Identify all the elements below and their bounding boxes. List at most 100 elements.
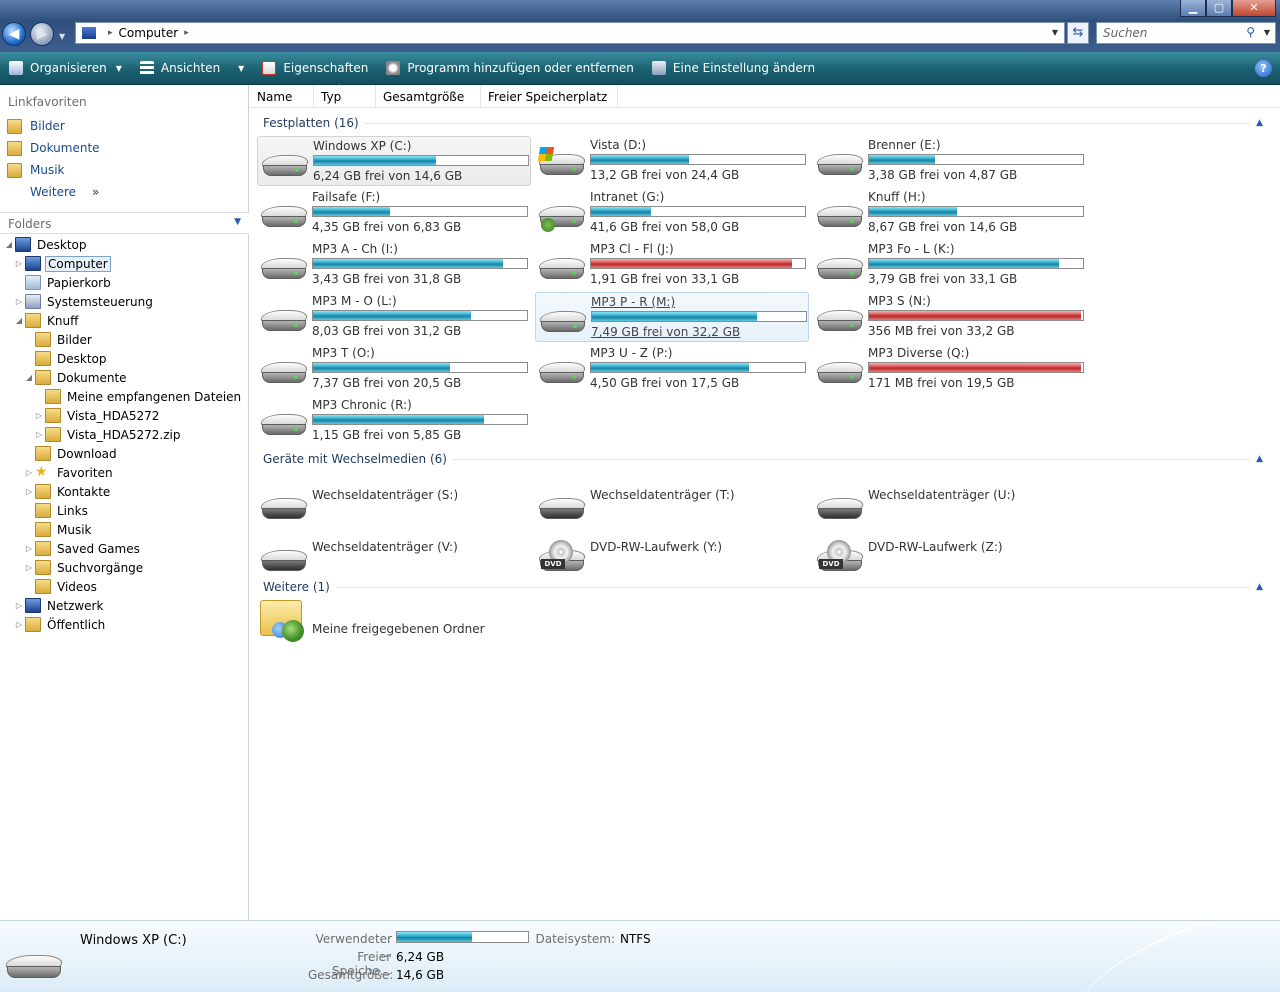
favorite-links-more[interactable]: Weitere » [0, 181, 248, 203]
properties-button[interactable]: Eigenschaften [253, 52, 377, 85]
shared-folders-item[interactable]: Meine freigegebenen Ordner [258, 600, 558, 650]
add-remove-programs-button[interactable]: Programm hinzufügen oder entfernen [377, 52, 643, 85]
folders-header[interactable]: Folders ▼ [0, 212, 249, 234]
group-header-other[interactable]: Weitere (1) ▲ [263, 580, 1263, 594]
drive-item[interactable]: MP3 A - Ch (I:) 3,43 GB frei von 31,8 GB [257, 240, 531, 290]
drive-item[interactable]: MP3 M - O (L:) 8,03 GB frei von 31,2 GB [257, 292, 531, 342]
expand-icon[interactable]: ▷ [14, 601, 24, 610]
expand-icon[interactable]: ▷ [14, 620, 24, 629]
group-header-hdd[interactable]: Festplatten (16) ▲ [263, 116, 1263, 130]
drive-item[interactable]: Vista (D:) 13,2 GB frei von 24,4 GB [535, 136, 809, 186]
drive-item[interactable]: MP3 Fo - L (K:) 3,79 GB frei von 33,1 GB [813, 240, 1087, 290]
breadcrumb-computer[interactable]: Computer [119, 26, 179, 40]
favorite-link[interactable]: Bilder [0, 115, 248, 137]
removable-device-item[interactable]: DVD DVD-RW-Laufwerk (Z:) [813, 532, 1087, 582]
tree-node[interactable]: Desktop [0, 349, 249, 368]
close-button[interactable]: ✕ [1232, 0, 1276, 17]
column-total-size[interactable]: Gesamtgröße [376, 85, 481, 108]
collapse-icon[interactable]: ▲ [1256, 454, 1263, 464]
search-icon[interactable]: ⚲ [1246, 25, 1255, 39]
forward-button[interactable]: ▶ [30, 22, 54, 46]
refresh-button[interactable]: ⇆ [1067, 22, 1089, 44]
collapse-icon[interactable]: ▲ [1256, 582, 1263, 592]
drive-item[interactable]: MP3 S (N:) 356 MB frei von 33,2 GB [813, 292, 1087, 342]
chevron-right-icon[interactable]: ▸ [108, 28, 113, 38]
drive-item[interactable]: MP3 U - Z (P:) 4,50 GB frei von 17,5 GB [535, 344, 809, 394]
organize-button[interactable]: Organisieren ▼ [0, 52, 131, 85]
expand-icon[interactable]: ▷ [34, 411, 44, 420]
column-type[interactable]: ^ Typ [314, 82, 376, 108]
tree-node[interactable]: ▷ Vista_HDA5272 [0, 406, 249, 425]
forward-arrow-icon: ▶ [36, 26, 48, 42]
tree-node[interactable]: Download [0, 444, 249, 463]
drive-item[interactable]: Intranet (G:) 41,6 GB frei von 58,0 GB [535, 188, 809, 238]
tree-node[interactable]: ▷ Computer [0, 254, 249, 273]
search-dropdown-icon[interactable]: ▼ [1264, 28, 1270, 37]
removable-device-item[interactable]: Wechseldatenträger (T:) [535, 480, 809, 530]
expand-icon[interactable]: ▷ [34, 430, 44, 439]
expand-icon[interactable]: ▷ [14, 259, 24, 268]
expand-icon[interactable]: ◢ [24, 373, 34, 382]
drive-item[interactable]: MP3 T (O:) 7,37 GB frei von 20,5 GB [257, 344, 531, 394]
maximize-button[interactable]: ▢ [1206, 0, 1232, 17]
tree-node[interactable]: ▷ Suchvorgänge [0, 558, 249, 577]
tree-node[interactable]: ▷ Vista_HDA5272.zip [0, 425, 249, 444]
drive-free-space: 3,79 GB frei von 33,1 GB [868, 272, 1018, 286]
column-free-space[interactable]: Freier Speicherplatz [481, 85, 618, 108]
drive-item[interactable]: MP3 Diverse (Q:) 171 MB frei von 19,5 GB [813, 344, 1087, 394]
drive-item[interactable]: Brenner (E:) 3,38 GB frei von 4,87 GB [813, 136, 1087, 186]
recent-pages-dropdown[interactable]: ▼ [59, 32, 65, 41]
removable-device-item[interactable]: DVD DVD-RW-Laufwerk (Y:) [535, 532, 809, 582]
removable-device-item[interactable]: Wechseldatenträger (U:) [813, 480, 1087, 530]
group-header-removable[interactable]: Geräte mit Wechselmedien (6) ▲ [263, 452, 1263, 466]
views-button[interactable]: Ansichten ▼ [131, 52, 253, 85]
tree-node[interactable]: Videos [0, 577, 249, 596]
help-button[interactable]: ? [1255, 60, 1272, 77]
tree-node[interactable]: ◢ Dokumente [0, 368, 249, 387]
tree-node[interactable]: ▷ Öffentlich [0, 615, 249, 634]
tree-node[interactable]: ▷ Kontakte [0, 482, 249, 501]
search-input[interactable]: Suchen ⚲ ▼ [1096, 22, 1276, 44]
expand-icon[interactable]: ▷ [24, 563, 34, 572]
address-dropdown-icon[interactable]: ▼ [1052, 28, 1058, 37]
drive-item[interactable]: Knuff (H:) 8,67 GB frei von 14,6 GB [813, 188, 1087, 238]
drive-item[interactable]: MP3 Cl - Fl (J:) 1,91 GB frei von 33,1 GB [535, 240, 809, 290]
drive-item[interactable]: MP3 P - R (M:) 7,49 GB frei von 32,2 GB [535, 292, 809, 342]
drive-item[interactable]: Failsafe (F:) 4,35 GB frei von 6,83 GB [257, 188, 531, 238]
expand-icon[interactable]: ◢ [4, 240, 14, 249]
tree-node[interactable]: Musik [0, 520, 249, 539]
expand-icon[interactable]: ▷ [24, 544, 34, 553]
views-label: Ansichten [160, 61, 221, 75]
tree-node[interactable]: Meine empfangenen Dateien [0, 387, 249, 406]
tree-node[interactable]: Bilder [0, 330, 249, 349]
tree-node[interactable]: Papierkorb [0, 273, 249, 292]
minimize-button[interactable]: ▁ [1180, 0, 1206, 17]
column-name[interactable]: Name [250, 85, 314, 108]
expand-icon[interactable]: ▷ [24, 468, 34, 477]
change-setting-button[interactable]: Eine Einstellung ändern [643, 52, 824, 85]
tree-node[interactable]: ◢ Desktop [0, 235, 249, 254]
details-total-value: 14,6 GB [396, 968, 445, 982]
expand-icon[interactable]: ▷ [14, 297, 24, 306]
removable-device-item[interactable]: Wechseldatenträger (V:) [257, 532, 531, 582]
tree-node[interactable]: ▷ Systemsteuerung [0, 292, 249, 311]
address-bar[interactable]: ▸ Computer ▸ ▼ [75, 22, 1065, 44]
removable-device-item[interactable]: Wechseldatenträger (S:) [257, 480, 531, 530]
tree-node[interactable]: ▷ Saved Games [0, 539, 249, 558]
collapse-icon[interactable]: ▲ [1256, 118, 1263, 128]
drive-free-space: 7,49 GB frei von 32,2 GB [591, 325, 741, 339]
back-button[interactable]: ◀ [2, 22, 26, 46]
drive-item[interactable]: Windows XP (C:) 6,24 GB frei von 14,6 GB [257, 136, 531, 186]
favorite-link[interactable]: Musik [0, 159, 248, 181]
expand-icon[interactable]: ▷ [24, 487, 34, 496]
tree-node[interactable]: ◢ Knuff [0, 311, 249, 330]
chevron-right-icon[interactable]: ▸ [184, 28, 189, 38]
favorite-link[interactable]: Dokumente [0, 137, 248, 159]
tree-node[interactable]: Links [0, 501, 249, 520]
tree-node[interactable]: ▷ ★ Favoriten [0, 463, 249, 482]
favorite-link-label: Musik [30, 163, 65, 177]
drive-item[interactable]: MP3 Chronic (R:) 1,15 GB frei von 5,85 GB [257, 396, 531, 446]
expand-icon[interactable]: ◢ [14, 316, 24, 325]
pc-icon [25, 256, 41, 271]
tree-node[interactable]: ▷ Netzwerk [0, 596, 249, 615]
